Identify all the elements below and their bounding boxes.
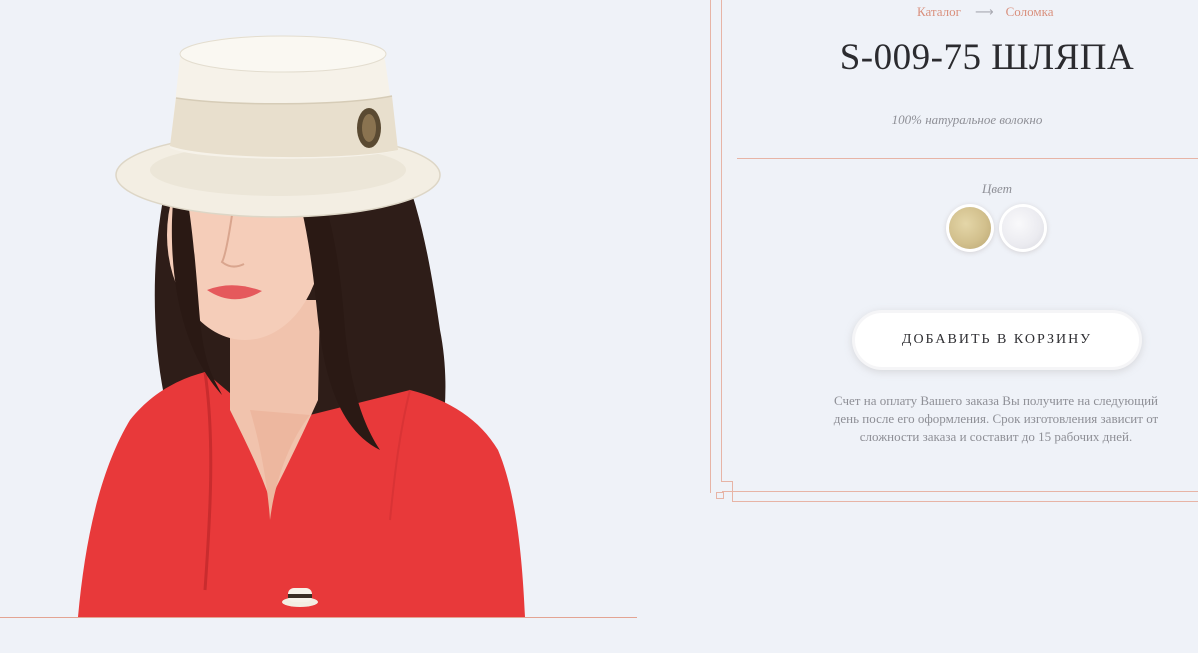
color-swatch-white[interactable] — [1002, 207, 1044, 249]
breadcrumb-link-catalog[interactable]: Каталог — [917, 4, 961, 20]
frame-left-inner — [721, 0, 722, 481]
frame-left-outer — [710, 0, 711, 493]
add-to-cart-button[interactable]: ДОБАВИТЬ В КОРЗИНУ — [855, 313, 1139, 367]
model-illustration — [78, 35, 525, 617]
product-photo — [0, 0, 637, 620]
color-label: Цвет — [981, 181, 1013, 196]
title-divider — [737, 158, 1198, 159]
product-material: 100% натуральное волокно — [891, 112, 1043, 127]
color-swatch-straw[interactable] — [949, 207, 991, 249]
photo-divider — [0, 617, 637, 618]
frame-bottom-mid — [722, 491, 1198, 492]
frame-corner-small — [716, 492, 724, 499]
breadcrumb-link-straw[interactable]: Соломка — [1006, 4, 1054, 20]
breadcrumb-arrow-icon: ⟶ — [974, 5, 994, 20]
frame-bottom-outer — [732, 501, 1198, 502]
product-title: S-009-75 ШЛЯПА — [839, 37, 1135, 78]
breadcrumb: Каталог ⟶ Соломка — [917, 4, 1053, 20]
order-note: Счет на оплату Вашего заказа Вы получите… — [833, 393, 1159, 444]
